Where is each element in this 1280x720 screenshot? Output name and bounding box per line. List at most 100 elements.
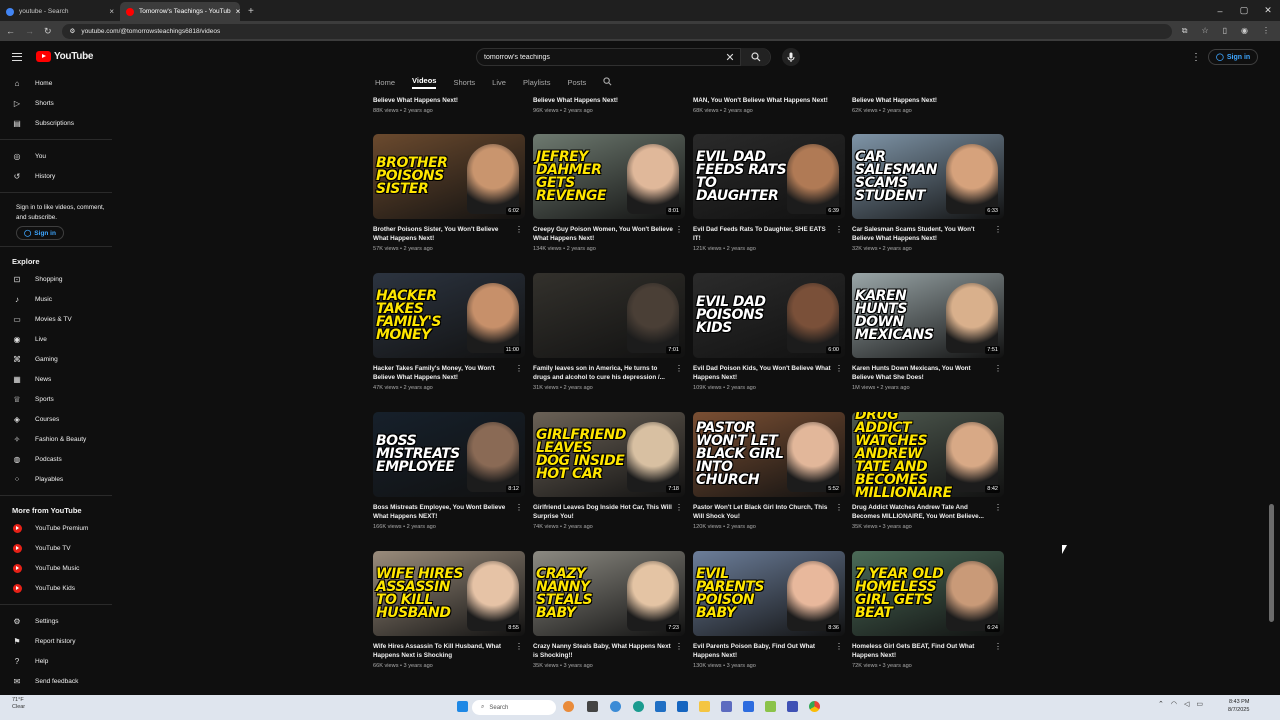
video-card[interactable]: Car Salesman Scams Student 6:33 Car Salesm…	[852, 134, 1004, 252]
sidebar-item-music[interactable]: ♪ Music	[0, 289, 118, 309]
video-options-icon[interactable]: ⋮	[994, 503, 1002, 512]
video-title[interactable]: Believe What Happens Next!	[373, 96, 513, 106]
video-options-icon[interactable]: ⋮	[835, 503, 843, 512]
video-options-icon[interactable]: ⋮	[675, 503, 683, 512]
voice-search-button[interactable]	[782, 48, 800, 66]
video-card[interactable]: Evil Dad Feeds Rats To Daughter 6:39 Evil …	[693, 134, 845, 252]
video-card[interactable]: Wife Hires Assassin To Kill Husband 8:55 W…	[373, 551, 525, 669]
video-title[interactable]: Hacker Takes Family's Money, You Won't B…	[373, 364, 513, 383]
volume-icon[interactable]: ◁	[1184, 700, 1189, 708]
video-thumbnail[interactable]: Pastor Won't Let Black Girl Into Church 5…	[693, 412, 845, 497]
video-card[interactable]: 7 Year Old Homeless Girl Gets Beat 6:24 Ho…	[852, 551, 1004, 669]
sidebar-item-gaming[interactable]: ⌘ Gaming	[0, 349, 118, 369]
video-card[interactable]: Evil Parents Poison Baby 8:36 Evil Parents…	[693, 551, 845, 669]
video-title[interactable]: Evil Dad Poison Kids, You Won't Believe …	[693, 364, 833, 383]
video-title[interactable]: Boss Mistreats Employee, You Wont Believ…	[373, 503, 513, 522]
video-thumbnail[interactable]: Evil Dad Poisons Kids 6:00	[693, 273, 845, 358]
video-title[interactable]: Creepy Guy Poison Women, You Won't Belie…	[533, 225, 673, 244]
sidebar-item-movies[interactable]: ▭ Movies & TV	[0, 309, 118, 329]
video-thumbnail[interactable]: Evil Parents Poison Baby 8:36	[693, 551, 845, 636]
video-title[interactable]: Karen Hunts Down Mexicans, You Wont Beli…	[852, 364, 992, 383]
video-thumbnail[interactable]: Karen Hunts Down Mexicans 7:51	[852, 273, 1004, 358]
search-button[interactable]	[740, 48, 770, 66]
tab-shorts[interactable]: Shorts	[453, 78, 475, 87]
taskbar-search[interactable]: ⌕ Search	[472, 700, 556, 715]
video-card-partial[interactable]: Believe What Happens Next! 62K views • 2 …	[852, 96, 1004, 114]
paint-icon[interactable]	[721, 701, 732, 712]
start-icon[interactable]	[457, 701, 468, 712]
video-thumbnail[interactable]: Crazy Nanny Steals Baby 7:23	[533, 551, 685, 636]
video-card-partial[interactable]: MAN, You Won't Believe What Happens Next…	[693, 96, 845, 114]
sidebar-item-fashion[interactable]: ✧ Fashion & Beauty	[0, 429, 118, 449]
widgets-icon[interactable]	[563, 701, 574, 712]
video-thumbnail[interactable]: 7:01	[533, 273, 685, 358]
profile-icon[interactable]: ◉	[1241, 26, 1248, 36]
video-card[interactable]: Jefrey Dahmer Gets Revenge 8:01 Creepy Guy…	[533, 134, 685, 252]
video-thumbnail[interactable]: Evil Dad Feeds Rats To Daughter 6:39	[693, 134, 845, 219]
video-thumbnail[interactable]: Boss Mistreats Employee 8:12	[373, 412, 525, 497]
close-window-icon[interactable]: ✕	[1256, 5, 1280, 16]
sidebar-item-help[interactable]: ? Help	[0, 651, 118, 671]
video-options-icon[interactable]: ⋮	[994, 364, 1002, 373]
back-icon[interactable]: ←	[6, 26, 15, 36]
video-options-icon[interactable]: ⋮	[515, 642, 523, 651]
video-title[interactable]: Girlfriend Leaves Dog Inside Hot Car, Th…	[533, 503, 673, 522]
video-card[interactable]: Karen Hunts Down Mexicans 7:51 Karen Hunts…	[852, 273, 1004, 391]
new-tab-icon[interactable]: +	[240, 2, 262, 21]
mail-icon[interactable]	[677, 701, 688, 712]
video-card-partial[interactable]: Believe What Happens Next! 88K views • 2 …	[373, 96, 525, 114]
video-options-icon[interactable]: ⋮	[835, 225, 843, 234]
video-title[interactable]: Family leaves son in America, He turns t…	[533, 364, 673, 383]
tab-videos[interactable]: Videos	[412, 76, 437, 89]
browser-tab-search[interactable]: youtube - Search ×	[0, 2, 120, 21]
sidebar-item-youtube-tv[interactable]: YouTube TV	[0, 538, 118, 558]
video-card[interactable]: Pastor Won't Let Black Girl Into Church 5…	[693, 412, 845, 530]
browser-menu-icon[interactable]: ⋮	[1262, 26, 1270, 36]
phone-link-icon[interactable]	[787, 701, 798, 712]
browser-tab-channel[interactable]: Tomorrow's Teachings - YouTub ×	[120, 2, 240, 21]
video-card[interactable]: Crazy Nanny Steals Baby 7:23 Crazy Nanny S…	[533, 551, 685, 669]
copilot-icon[interactable]	[610, 701, 621, 712]
video-options-icon[interactable]: ⋮	[515, 364, 523, 373]
video-card[interactable]: Boss Mistreats Employee 8:12 Boss Mistreat…	[373, 412, 525, 530]
tab-playlists[interactable]: Playlists	[523, 78, 551, 87]
sidebar-sign-in-button[interactable]: ◯ Sign in	[16, 226, 64, 240]
video-card[interactable]: Girlfriend Leaves Dog Inside Hot Car 7:18…	[533, 412, 685, 530]
video-title[interactable]: Car Salesman Scams Student, You Won't Be…	[852, 225, 992, 244]
sidebar-item-live[interactable]: ◉ Live	[0, 329, 118, 349]
video-title[interactable]: Believe What Happens Next!	[533, 96, 673, 106]
sidebar-item-playables[interactable]: ⁘ Playables	[0, 469, 118, 489]
video-options-icon[interactable]: ⋮	[835, 364, 843, 373]
video-card[interactable]: Brother Poisons Sister 6:02 Brother Poison…	[373, 134, 525, 252]
video-options-icon[interactable]: ⋮	[675, 642, 683, 651]
network-icon[interactable]: ◠	[1171, 700, 1177, 708]
sidebar-item-history[interactable]: ↺ History	[0, 166, 118, 186]
sidebar-item-youtube-premium[interactable]: YouTube Premium	[0, 518, 118, 538]
sidebar-item-report-history[interactable]: ⚑ Report history	[0, 631, 118, 651]
video-thumbnail[interactable]: Wife Hires Assassin To Kill Husband 8:55	[373, 551, 525, 636]
video-title[interactable]: Evil Parents Poison Baby, Find Out What …	[693, 642, 833, 661]
video-title[interactable]: Brother Poisons Sister, You Won't Believ…	[373, 225, 513, 244]
sidebar-item-settings[interactable]: ⚙ Settings	[0, 611, 118, 631]
search-input[interactable]	[477, 53, 720, 61]
sidebar-item-subscriptions[interactable]: ▤ Subscriptions	[0, 113, 118, 133]
video-title[interactable]: Homeless Girl Gets BEAT, Find Out What H…	[852, 642, 992, 661]
forward-icon[interactable]: →	[25, 26, 34, 36]
video-title[interactable]: Crazy Nanny Steals Baby, What Happens Ne…	[533, 642, 673, 661]
maximize-icon[interactable]: ▢	[1232, 5, 1256, 16]
video-options-icon[interactable]: ⋮	[675, 364, 683, 373]
video-title[interactable]: Believe What Happens Next!	[852, 96, 992, 106]
video-options-icon[interactable]: ⋮	[994, 642, 1002, 651]
scrollbar-thumb[interactable]	[1269, 504, 1274, 622]
install-app-icon[interactable]: ⧉	[1182, 26, 1188, 36]
video-title[interactable]: Evil Dad Feeds Rats To Daughter, SHE EAT…	[693, 225, 833, 244]
sidebar-item-shorts[interactable]: ▷ Shorts	[0, 93, 118, 113]
video-title[interactable]: MAN, You Won't Believe What Happens Next…	[693, 96, 833, 106]
weather-widget[interactable]: 71°F Clear	[12, 697, 25, 711]
page-scrollbar[interactable]	[1268, 73, 1275, 695]
video-options-icon[interactable]: ⋮	[835, 642, 843, 651]
video-thumbnail[interactable]: Jefrey Dahmer Gets Revenge 8:01	[533, 134, 685, 219]
video-card[interactable]: Drug Addict Watches Andrew Tate And Beco…	[852, 412, 1004, 530]
sign-in-button[interactable]: ◯ Sign in	[1208, 49, 1259, 65]
video-options-icon[interactable]: ⋮	[994, 225, 1002, 234]
